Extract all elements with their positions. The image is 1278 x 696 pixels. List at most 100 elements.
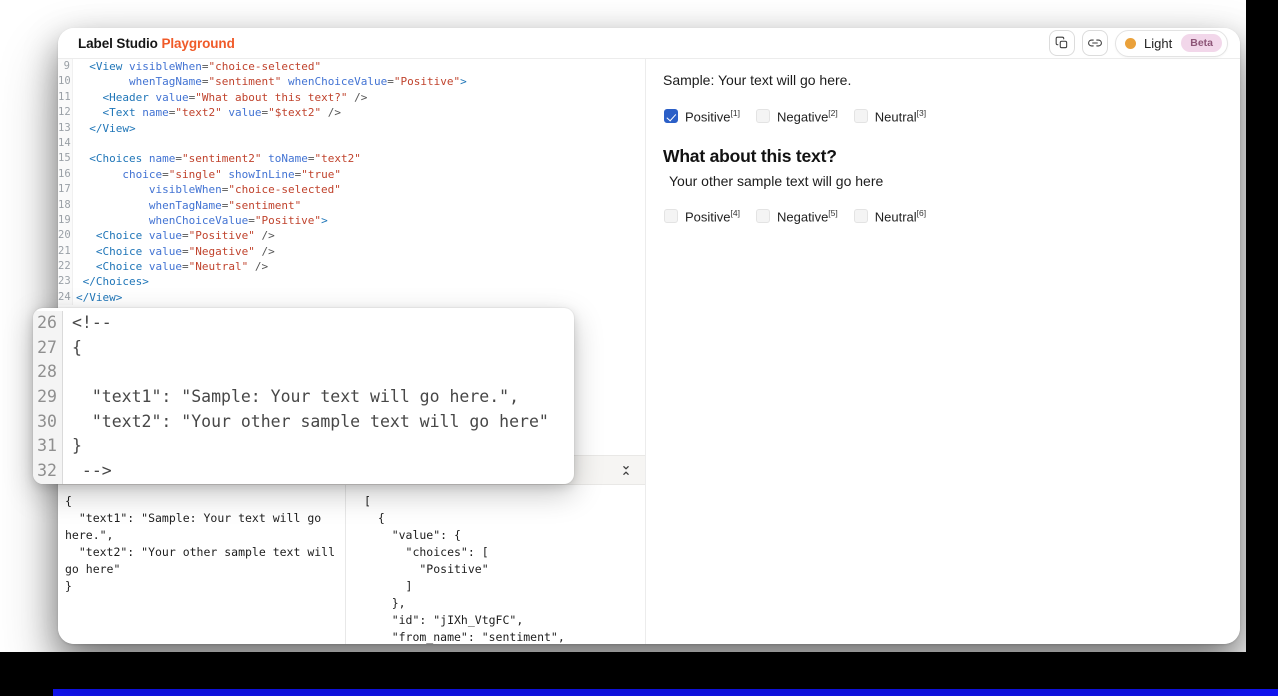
json-line: }, [364, 595, 645, 612]
line-number: 21 [58, 244, 73, 259]
json-line: ] [364, 578, 645, 595]
line-number: 32 [33, 459, 63, 484]
checkbox-unchecked[interactable] [854, 209, 868, 223]
code-text: <!-- [63, 311, 112, 336]
screen-edge-artifact-blue [53, 689, 1278, 696]
link-icon [1088, 36, 1102, 50]
collapse-panel-button[interactable] [618, 462, 634, 478]
json-line: } [65, 578, 339, 595]
sample-text-1: Sample: Your text will go here. [663, 72, 851, 88]
annotation-result-panel[interactable]: [ { "value": { "choices": [ "Positive" ]… [345, 485, 645, 644]
line-number: 14 [58, 136, 73, 151]
popup-code-line: 30 "text2": "Your other sample text will… [33, 410, 574, 435]
choice-option-negative[interactable]: Negative[2] [756, 108, 838, 124]
choice-label: Negative[2] [777, 108, 838, 124]
choice-hotkey-sup: [3] [917, 108, 926, 118]
line-number: 30 [33, 410, 63, 435]
code-line[interactable]: 16 choice="single" showInLine="true" [58, 167, 645, 182]
popup-code-line: 29 "text1": "Sample: Your text will go h… [33, 385, 574, 410]
code-zoom-popup: 26<!--27{2829 "text1": "Sample: Your tex… [33, 308, 574, 484]
checkbox-unchecked[interactable] [756, 109, 770, 123]
code-text: <Choices name="sentiment2" toName="text2… [73, 151, 361, 166]
code-line[interactable]: 18 whenTagName="sentiment" [58, 198, 645, 213]
line-number: 31 [33, 434, 63, 459]
json-line: "text1": "Sample: Your text will go [65, 510, 339, 527]
code-text: whenTagName="sentiment" [73, 198, 301, 213]
app-title-name: Label Studio [78, 36, 158, 51]
json-line: here.", [65, 527, 339, 544]
line-number: 9 [58, 59, 73, 74]
code-line[interactable]: 20 <Choice value="Positive" /> [58, 228, 645, 243]
json-line: { [65, 493, 339, 510]
json-line: "choices": [ [364, 544, 645, 561]
input-data-panel[interactable]: { "text1": "Sample: Your text will goher… [58, 485, 345, 644]
copy-icon [1055, 36, 1069, 50]
code-text: <Choice value="Neutral" /> [73, 259, 268, 274]
json-line: "from_name": "sentiment", [364, 629, 645, 644]
app-title-playground: Playground [161, 36, 234, 51]
code-line[interactable]: 9 <View visibleWhen="choice-selected" [58, 59, 645, 74]
code-line[interactable]: 24</View> [58, 290, 645, 305]
code-line[interactable]: 17 visibleWhen="choice-selected" [58, 182, 645, 197]
checkbox-unchecked[interactable] [854, 109, 868, 123]
line-number: 27 [33, 336, 63, 361]
code-line[interactable]: 15 <Choices name="sentiment2" toName="te… [58, 151, 645, 166]
checkbox-unchecked[interactable] [756, 209, 770, 223]
checkbox-unchecked[interactable] [664, 209, 678, 223]
line-number: 24 [58, 290, 73, 305]
line-number: 11 [58, 90, 73, 105]
code-line[interactable]: 21 <Choice value="Negative" /> [58, 244, 645, 259]
copy-config-button[interactable] [1049, 30, 1075, 56]
titlebar: Label Studio Playground Light Bet [58, 28, 1240, 59]
choice-label: Negative[5] [777, 208, 838, 224]
code-line[interactable]: 19 whenChoiceValue="Positive"> [58, 213, 645, 228]
choice-hotkey-sup: [1] [731, 108, 740, 118]
json-line: "id": "jIXh_VtgFC", [364, 612, 645, 629]
beta-badge: Beta [1181, 34, 1222, 52]
code-line[interactable]: 12 <Text name="text2" value="$text2" /> [58, 105, 645, 120]
line-number: 16 [58, 167, 73, 182]
popup-code-line: 26<!-- [33, 311, 574, 336]
code-line[interactable]: 10 whenTagName="sentiment" whenChoiceVal… [58, 74, 645, 89]
line-number: 20 [58, 228, 73, 243]
line-number: 10 [58, 74, 73, 89]
code-line[interactable]: 14 [58, 136, 645, 151]
theme-toggle[interactable]: Light Beta [1115, 30, 1228, 57]
line-number: 26 [33, 311, 63, 336]
line-number: 13 [58, 121, 73, 136]
code-line[interactable]: 13 </View> [58, 121, 645, 136]
choice-option-neutral[interactable]: Neutral[6] [854, 208, 926, 224]
code-line[interactable]: 22 <Choice value="Neutral" /> [58, 259, 645, 274]
choice-option-positive[interactable]: Positive[1] [664, 108, 740, 124]
code-text: <Text name="text2" value="$text2" /> [73, 105, 341, 120]
code-text: "text2": "Your other sample text will go… [63, 410, 549, 435]
checkbox-checked[interactable] [664, 109, 678, 123]
code-text: <Choice value="Negative" /> [73, 244, 275, 259]
choice-label: Positive[4] [685, 208, 740, 224]
screen: { "titlebar": { "title_black": "Label St… [0, 0, 1278, 696]
line-number: 29 [33, 385, 63, 410]
code-text: </Choices> [73, 274, 149, 289]
code-text: <Header value="What about this text?" /> [73, 90, 367, 105]
code-line[interactable]: 23 </Choices> [58, 274, 645, 289]
code-text [73, 136, 76, 151]
choice-option-positive[interactable]: Positive[4] [664, 208, 740, 224]
choice-hotkey-sup: [6] [917, 208, 926, 218]
json-line: "value": { [364, 527, 645, 544]
choice-label: Neutral[3] [875, 108, 926, 124]
choice-hotkey-sup: [5] [828, 208, 837, 218]
choice-option-negative[interactable]: Negative[5] [756, 208, 838, 224]
json-line: go here" [65, 561, 339, 578]
choice-label: Neutral[6] [875, 208, 926, 224]
share-link-button[interactable] [1082, 30, 1108, 56]
code-text: visibleWhen="choice-selected" [73, 182, 341, 197]
choice-label: Positive[1] [685, 108, 740, 124]
code-text: <Choice value="Positive" /> [73, 228, 275, 243]
choices-row-1: Positive[1] Negative[2] Neutral[3] [664, 108, 926, 124]
popup-code-line: 31} [33, 434, 574, 459]
popup-code-line: 32 --> [33, 459, 574, 484]
json-line: "Positive" [364, 561, 645, 578]
line-number: 23 [58, 274, 73, 289]
code-line[interactable]: 11 <Header value="What about this text?"… [58, 90, 645, 105]
choice-option-neutral[interactable]: Neutral[3] [854, 108, 926, 124]
